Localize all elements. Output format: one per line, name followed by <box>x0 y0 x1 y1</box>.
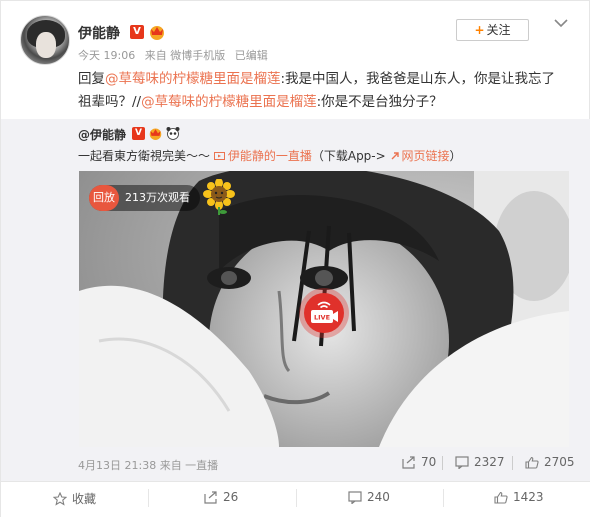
follow-label: 关注 <box>486 23 511 37</box>
comment-count: 240 <box>367 490 390 504</box>
repost-date[interactable]: 4月13日 21:38 来自 一直播 <box>78 457 218 473</box>
repost-icon <box>402 456 415 469</box>
repost-icon <box>204 491 217 504</box>
repost-text-prefix: 一起看東方衛視完美～～ <box>78 149 211 163</box>
post-text-part2: :你是不是台独分子？ <box>316 94 443 110</box>
live-label: LIVE <box>314 314 330 322</box>
thumbs-up-icon <box>494 491 508 504</box>
like-count: 2705 <box>544 455 575 469</box>
repost-button[interactable]: 26 <box>204 490 238 504</box>
repost-likes[interactable]: 2705 <box>525 455 575 469</box>
post-time[interactable]: 今天 19:06 <box>78 49 135 62</box>
chevron-down-icon[interactable] <box>553 17 569 29</box>
post-meta: 今天 19:06 来自 微博手机版 已编辑 <box>78 47 274 63</box>
web-link[interactable]: 网页链接 <box>390 149 450 163</box>
comment-icon <box>348 491 362 504</box>
post-text: 回复@草莓味的柠檬糖里面是榴莲:我是中国人，我爸爸是山东人，你是让我忘了祖辈吗？… <box>78 68 568 114</box>
view-count: 213万次观看 <box>125 191 190 204</box>
repost-comments[interactable]: 2327 <box>455 455 505 469</box>
repost-count: 26 <box>223 490 239 504</box>
repost-text: 一起看東方衛視完美～～ 伊能静的一直播（下载App-> 网页链接） <box>78 147 462 164</box>
like-button[interactable]: 1423 <box>494 490 544 504</box>
live-play-button[interactable]: LIVE <box>298 287 350 339</box>
thumbs-up-icon <box>525 456 539 469</box>
mention-link[interactable]: @草莓味的柠檬糖里面是榴莲 <box>141 94 317 110</box>
plus-icon: + <box>474 23 485 37</box>
vip-crown-icon <box>149 128 162 140</box>
vip-crown-icon <box>150 26 164 40</box>
favorite-label: 收藏 <box>72 492 97 506</box>
avatar-face <box>36 32 56 58</box>
replay-badge: 回放 213万次观看 <box>89 185 200 211</box>
link-icon <box>391 152 399 160</box>
web-link-label: 网页链接 <box>401 149 450 163</box>
panda-icon <box>166 127 180 140</box>
app-hint: （下载App-> <box>311 149 386 163</box>
username[interactable]: 伊能静 <box>78 23 120 43</box>
divider <box>296 489 297 507</box>
live-link[interactable]: 伊能静的一直播 <box>213 149 312 163</box>
mention-link[interactable]: @草莓味的柠檬糖里面是榴莲 <box>105 71 281 87</box>
comment-count: 2327 <box>474 455 505 469</box>
follow-button[interactable]: + 关注 <box>456 19 529 41</box>
repost-reposts[interactable]: 70 <box>402 455 436 469</box>
reply-prefix: 回复 <box>78 71 105 87</box>
comment-icon <box>455 456 469 469</box>
weibo-card: 伊能静 V 今天 19:06 来自 微博手机版 已编辑 + 关注 回复@草莓味的柠… <box>0 0 590 517</box>
live-link-label: 伊能静的一直播 <box>227 149 312 163</box>
like-count: 1423 <box>513 490 544 504</box>
avatar[interactable] <box>20 15 70 65</box>
post-source[interactable]: 来自 微博手机版 <box>145 49 226 62</box>
star-icon <box>53 492 67 506</box>
verified-icon: V <box>132 127 145 140</box>
repost-count: 70 <box>421 455 437 469</box>
repost-username[interactable]: @伊能静 <box>78 126 126 143</box>
divider <box>442 456 443 470</box>
divider <box>443 489 444 507</box>
comment-button[interactable]: 240 <box>348 490 390 504</box>
replay-tag: 回放 <box>89 185 119 211</box>
video-icon <box>213 152 225 160</box>
divider <box>148 489 149 507</box>
favorite-button[interactable]: 收藏 <box>53 490 96 507</box>
sunflower-icon <box>203 179 235 215</box>
divider <box>512 456 513 470</box>
edited-label[interactable]: 已编辑 <box>235 49 268 62</box>
web-suffix: ） <box>449 149 462 163</box>
verified-icon: V <box>130 25 144 39</box>
